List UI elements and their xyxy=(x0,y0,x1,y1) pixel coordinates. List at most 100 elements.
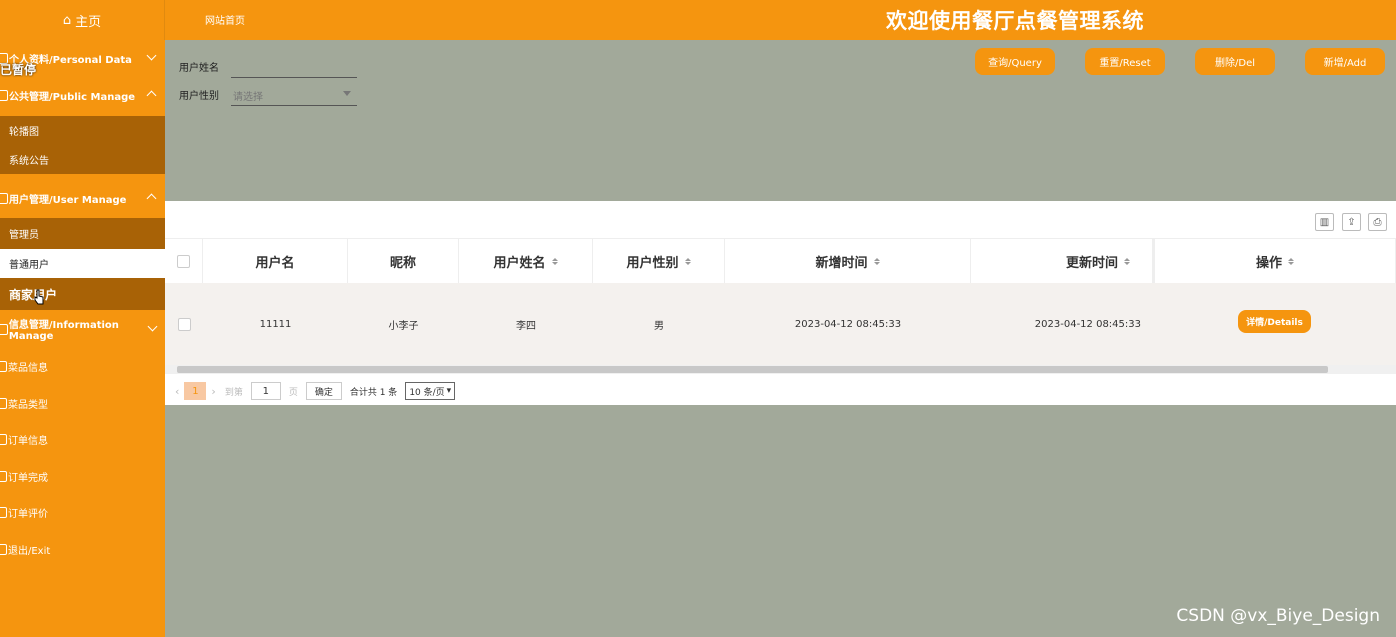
col-gender[interactable]: 用户性别 xyxy=(593,239,725,284)
details-button[interactable]: 详情/Details xyxy=(1238,309,1311,333)
category-icon xyxy=(0,397,7,409)
sidebar-item-normal-user[interactable]: 普通用户 xyxy=(0,249,165,278)
name-search-input[interactable] xyxy=(231,54,357,78)
column-header-label: 更新时间 xyxy=(1065,256,1118,271)
sidebar-item-label: 退出/Exit xyxy=(8,545,51,557)
home-link[interactable]: ⌂ 主页 xyxy=(0,0,165,40)
table-panel: ▥ ⇪ ⎙ 用户名 昵称 用户姓名 用户性别 新增时间 更新时间 操作 1111… xyxy=(165,201,1396,405)
export-icon[interactable]: ⇪ xyxy=(1342,213,1361,231)
column-header-label: 用户性别 xyxy=(626,256,679,271)
select-all-checkbox[interactable] xyxy=(177,255,190,268)
caret-down-icon xyxy=(343,91,351,96)
paused-overlay: 已暂停 xyxy=(0,63,37,77)
col-actions[interactable]: 操作 xyxy=(1153,239,1396,284)
page-number-current[interactable]: 1 xyxy=(184,382,207,400)
chevron-up-icon xyxy=(146,193,157,204)
cell-nickname: 小李子 xyxy=(388,320,419,332)
add-button[interactable]: 新增/Add xyxy=(1305,48,1385,75)
page-size-select[interactable]: 10 条/页 ▾ xyxy=(405,382,456,400)
col-realname[interactable]: 用户姓名 xyxy=(459,239,593,284)
chevron-down-icon xyxy=(146,50,157,61)
info-icon xyxy=(0,323,8,335)
horizontal-scrollbar[interactable] xyxy=(165,365,1396,374)
folder-icon xyxy=(0,89,8,101)
sidebar-item-carousel[interactable]: 轮播图 xyxy=(0,116,165,145)
delete-button[interactable]: 删除/Del xyxy=(1195,48,1275,75)
table-row: 11111 小李子 李四 男 2023-04-12 08:45:33 2023-… xyxy=(165,283,1396,365)
name-search-label: 用户姓名 xyxy=(179,63,219,74)
dish-icon xyxy=(0,360,7,372)
sidebar-group-label: 公共管理/Public Manage xyxy=(9,91,136,103)
gender-select[interactable]: 请选择 xyxy=(231,82,357,106)
column-header-label: 用户姓名 xyxy=(493,256,546,271)
total-count: 合计共 1 条 xyxy=(349,387,398,398)
sidebar-group-label: 信息管理/Information Manage xyxy=(8,320,119,342)
goto-label: 到第 xyxy=(224,387,243,398)
goto-confirm-button[interactable]: 确定 xyxy=(305,382,342,400)
sidebar-item-orders-done[interactable]: 订单完成 xyxy=(0,458,165,494)
sidebar-item-label: 菜品类型 xyxy=(8,399,48,411)
pagination: ‹ 1 › 到第 1 页 确定 合计共 1 条 10 条/页 ▾ xyxy=(165,377,1396,405)
gender-select-placeholder: 请选择 xyxy=(233,92,263,103)
sidebar-item-label: 订单完成 xyxy=(8,472,48,484)
sort-icon[interactable] xyxy=(551,258,558,265)
submenu-user: 管理员 普通用户 商家用户 xyxy=(0,218,165,310)
chevron-up-icon xyxy=(146,90,157,101)
col-username: 用户名 xyxy=(203,239,348,284)
cell-realname: 李四 xyxy=(516,320,536,332)
sort-icon[interactable] xyxy=(1124,258,1130,265)
print-icon[interactable]: ⎙ xyxy=(1368,213,1387,231)
sidebar-item-admin[interactable]: 管理员 xyxy=(0,218,165,249)
watermark: CSDN @vx_Biye_Design xyxy=(1176,606,1380,626)
cell-username: 11111 xyxy=(259,318,292,330)
goto-page-input[interactable]: 1 xyxy=(250,382,281,400)
sidebar-item-merchant-user[interactable]: 商家用户 xyxy=(0,278,165,310)
next-page-icon[interactable]: › xyxy=(211,385,215,398)
top-bar: ⌂ 主页 网站首页 欢迎使用餐厅点餐管理系统 xyxy=(0,0,1396,40)
cell-created: 2023-04-12 08:45:33 xyxy=(794,318,902,330)
sidebar-item-dish-types[interactable]: 菜品类型 xyxy=(0,385,165,421)
select-all-cell xyxy=(165,239,203,284)
page-title: 欢迎使用餐厅点餐管理系统 xyxy=(886,9,1144,33)
hand-cursor-icon xyxy=(34,289,44,305)
cell-actions: 详情/Details xyxy=(1153,283,1396,365)
sidebar-group-public[interactable]: 公共管理/Public Manage xyxy=(0,77,165,113)
reset-button[interactable]: 重置/Reset xyxy=(1085,48,1165,75)
sidebar-item-reviews[interactable]: 订单评价 xyxy=(0,494,165,530)
prev-page-icon[interactable]: ‹ xyxy=(175,385,179,398)
sidebar-item-label: 订单评价 xyxy=(8,508,48,520)
col-created[interactable]: 新增时间 xyxy=(725,239,971,284)
sidebar-item-notice[interactable]: 系统公告 xyxy=(0,145,165,174)
chevron-down-icon: ▾ xyxy=(446,386,452,396)
page-unit-label: 页 xyxy=(288,387,298,398)
home-icon: ⌂ xyxy=(62,12,72,28)
cell-updated: 2023-04-12 08:45:33 xyxy=(1034,318,1141,330)
user-group-icon xyxy=(0,192,8,204)
column-header-label: 新增时间 xyxy=(815,256,868,271)
sidebar-group-user[interactable]: 用户管理/User Manage xyxy=(0,180,165,216)
page-size-value: 10 条/页 xyxy=(409,387,445,398)
sort-icon[interactable] xyxy=(873,258,880,265)
query-button[interactable]: 查询/Query xyxy=(975,48,1055,75)
check-icon xyxy=(0,470,7,482)
sidebar-item-dishes[interactable]: 菜品信息 xyxy=(0,348,165,384)
order-icon xyxy=(0,433,7,445)
submenu-public: 轮播图 系统公告 xyxy=(0,116,165,174)
sidebar-item-exit[interactable]: 退出/Exit xyxy=(0,531,165,567)
review-icon xyxy=(0,506,7,518)
column-header-label: 用户名 xyxy=(255,256,295,271)
sidebar-item-orders[interactable]: 订单信息 xyxy=(0,421,165,457)
sidebar: 个人资料/Personal Data 已暂停 公共管理/Public Manag… xyxy=(0,40,165,637)
home-label: 主页 xyxy=(75,14,102,30)
column-header-label: 昵称 xyxy=(389,256,416,271)
scrollbar-thumb[interactable] xyxy=(177,366,1328,373)
columns-icon[interactable]: ▥ xyxy=(1315,213,1334,231)
col-updated[interactable]: 更新时间 xyxy=(971,239,1153,284)
sort-icon[interactable] xyxy=(684,258,691,265)
row-checkbox[interactable] xyxy=(177,317,191,331)
sidebar-group-information[interactable]: 信息管理/Information Manage xyxy=(0,311,165,347)
site-home-link[interactable]: 网站首页 xyxy=(205,12,245,27)
sort-icon[interactable] xyxy=(1288,258,1294,265)
sidebar-item-label: 订单信息 xyxy=(8,435,48,447)
cell-gender: 男 xyxy=(654,320,664,332)
